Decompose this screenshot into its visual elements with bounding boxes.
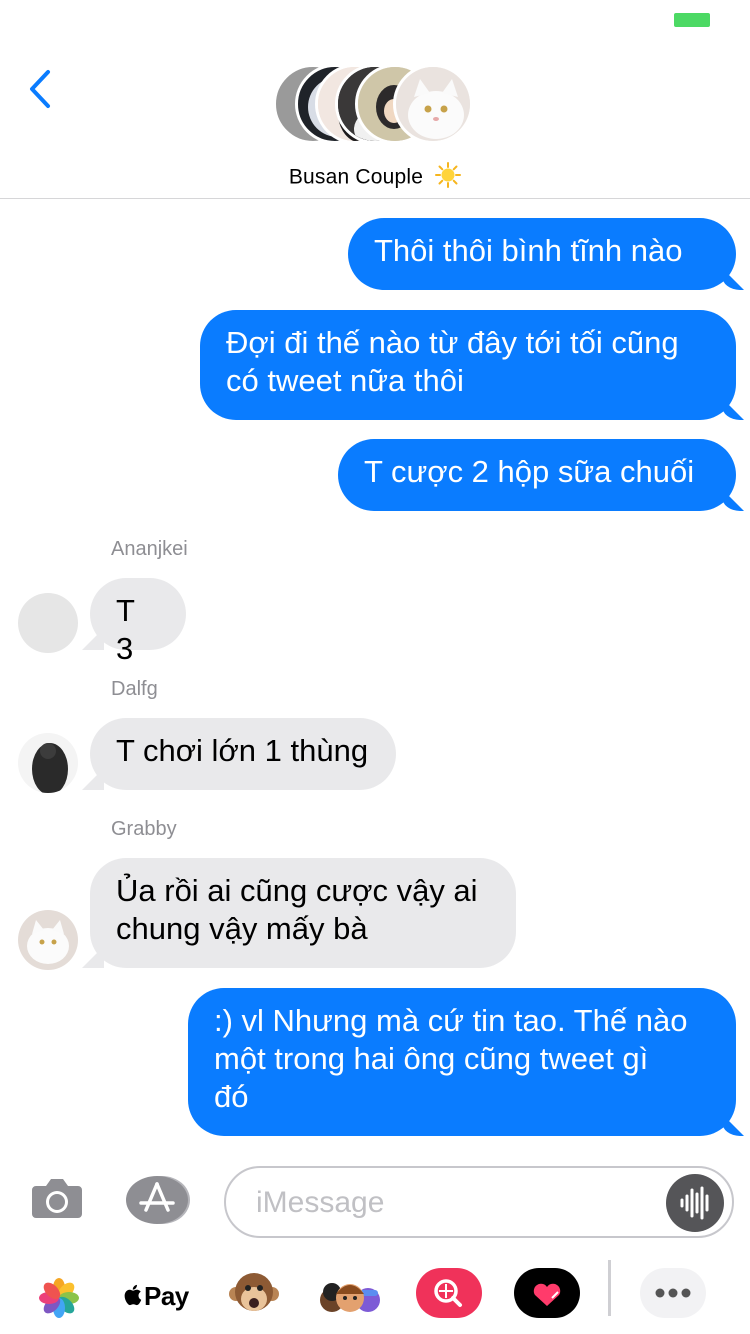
- camera-button[interactable]: [30, 1174, 84, 1222]
- camera-icon: [32, 1179, 82, 1218]
- outgoing-message-bubble[interactable]: Đợi đi thế nào từ đây tới tối cũng có tw…: [200, 310, 736, 420]
- outgoing-message-bubble[interactable]: T cược 2 hộp sữa chuối: [338, 439, 736, 511]
- message-text: Thôi thôi bình tĩnh nào: [374, 233, 683, 268]
- imessage-field[interactable]: [224, 1166, 734, 1238]
- battery-icon: [674, 13, 710, 27]
- photos-icon: [39, 1278, 79, 1318]
- waveform-icon: [680, 1186, 709, 1220]
- member-avatar-cat: [393, 64, 473, 144]
- search-images-icon: [416, 1268, 482, 1318]
- incoming-message-bubble[interactable]: T chơi lớn 1 thùng: [90, 718, 396, 790]
- app-drawer: Pay: [0, 1254, 750, 1334]
- sender-avatar[interactable]: [18, 733, 78, 793]
- incoming-message-bubble[interactable]: Ủa rồi ai cũng cược vậy ai chung vậy mấy…: [90, 858, 516, 968]
- message-text: T cược 2 hộp sữa chuối: [364, 454, 695, 489]
- outgoing-message-bubble[interactable]: :) vl Nhưng mà cứ tin tao. Thế nào một t…: [188, 988, 736, 1136]
- sender-avatar[interactable]: [18, 593, 78, 653]
- outgoing-message-bubble[interactable]: Thôi thôi bình tĩnh nào: [348, 218, 736, 290]
- memoji-button[interactable]: [318, 1266, 382, 1322]
- message-text: T chơi lớn 1 thùng: [116, 733, 369, 768]
- status-bar: [0, 0, 750, 40]
- app-store-icon: [126, 1176, 190, 1224]
- sender-name: Ananjkei: [111, 538, 188, 560]
- message-text: Ủa rồi ai cũng cược vậy ai: [116, 873, 478, 908]
- search-images-button[interactable]: [416, 1266, 482, 1322]
- composer-bar: [0, 1150, 750, 1254]
- photos-app-button[interactable]: [38, 1266, 80, 1322]
- more-apps-button[interactable]: [640, 1266, 706, 1322]
- digital-touch-button[interactable]: [514, 1266, 580, 1322]
- monkey-animoji-icon: [229, 1273, 279, 1311]
- imessage-input[interactable]: [256, 1184, 656, 1222]
- apple-pay-label: Pay: [144, 1281, 189, 1311]
- sun-emoji-icon: [435, 162, 462, 194]
- animoji-button[interactable]: [228, 1266, 280, 1322]
- conversation-header: Busan Couple: [0, 40, 750, 199]
- group-title[interactable]: Busan Couple: [0, 162, 750, 194]
- back-button[interactable]: [22, 66, 62, 112]
- apple-pay-button[interactable]: Pay: [124, 1266, 189, 1322]
- message-text: chung vậy mấy bà: [116, 911, 368, 946]
- message-text: Đợi đi thế nào từ đây tới tối cũng: [226, 325, 679, 360]
- message-text: có tweet nữa thôi: [226, 363, 464, 398]
- more-icon: [640, 1268, 706, 1318]
- sender-name: Grabby: [111, 818, 177, 840]
- digital-touch-icon: [514, 1268, 580, 1318]
- group-name: Busan Couple: [288, 165, 424, 189]
- apple-pay-icon: [124, 1284, 142, 1306]
- memoji-stickers-icon: [320, 1283, 380, 1312]
- app-store-button[interactable]: [126, 1175, 192, 1225]
- message-text: T 3: [116, 593, 135, 666]
- message-text: đó: [214, 1079, 249, 1114]
- audio-message-button[interactable]: [666, 1174, 724, 1232]
- group-avatar-stack[interactable]: [273, 64, 483, 148]
- incoming-message-bubble[interactable]: T 3: [90, 578, 186, 666]
- drawer-divider: [608, 1260, 611, 1316]
- message-text: :) vl Nhưng mà cứ tin tao. Thế nào: [214, 1003, 688, 1038]
- sender-avatar[interactable]: [18, 910, 78, 970]
- message-thread[interactable]: Thôi thôi bình tĩnh nào Đợi đi thế nào t…: [0, 200, 750, 1150]
- chevron-left-icon: [30, 70, 50, 108]
- message-text: một trong hai ông cũng tweet gì: [214, 1041, 649, 1076]
- sender-name: Dalfg: [111, 678, 158, 700]
